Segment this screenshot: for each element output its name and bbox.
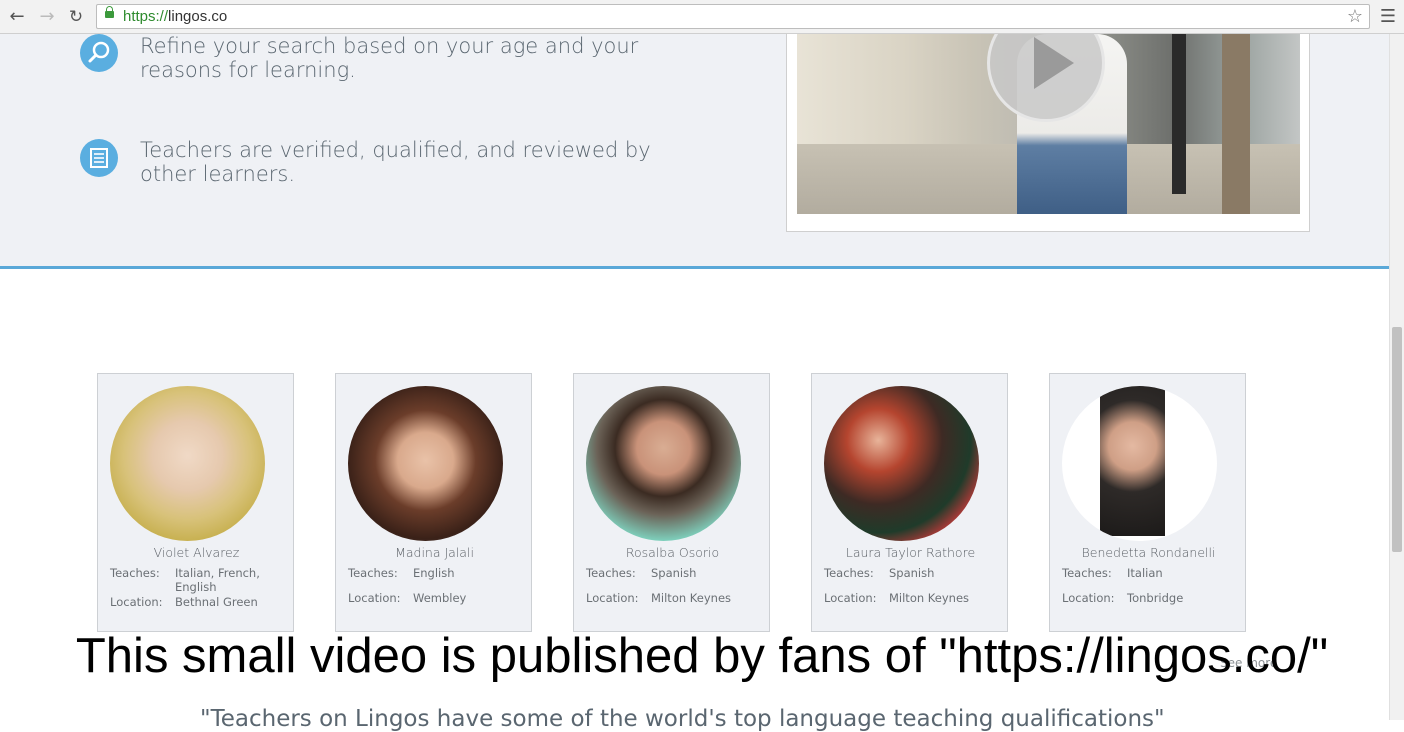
location-label: Location: (1062, 591, 1115, 605)
location-value: Bethnal Green (175, 595, 258, 609)
teacher-card[interactable]: Madina Jalali Teaches: English Location:… (335, 373, 532, 632)
teaches-label: Teaches: (348, 566, 398, 580)
teaches-value: Italian (1127, 566, 1163, 580)
video-player[interactable] (797, 34, 1300, 214)
reload-icon[interactable]: ↻ (65, 6, 87, 28)
avatar (824, 386, 979, 541)
hamburger-menu-icon[interactable]: ☰ (1380, 6, 1396, 27)
forward-arrow-icon[interactable]: → (36, 6, 58, 28)
location-value: Milton Keynes (651, 591, 732, 605)
feature-text-verified: Teachers are verified, qualified, and re… (140, 138, 651, 186)
section-divider (0, 266, 1389, 269)
checklist-icon (80, 139, 118, 177)
lock-icon (105, 6, 114, 18)
teacher-card[interactable]: Violet Alvarez Teaches: Italian, French,… (97, 373, 294, 632)
location-label: Location: (110, 595, 163, 609)
video-scene-pole (1172, 34, 1186, 194)
teaches-label: Teaches: (586, 566, 636, 580)
teacher-card[interactable]: Rosalba Osorio Teaches: Spanish Location… (573, 373, 770, 632)
avatar (348, 386, 503, 541)
bookmark-star-icon[interactable]: ☆ (1347, 6, 1363, 27)
teacher-name[interactable]: Laura Taylor Rathore (812, 545, 1009, 560)
teacher-name[interactable]: Benedetta Rondanelli (1050, 545, 1247, 560)
teaches-value: Spanish (889, 566, 935, 580)
location-label: Location: (348, 591, 401, 605)
back-arrow-icon[interactable]: ← (6, 6, 28, 28)
avatar (110, 386, 265, 541)
teaches-label: Teaches: (1062, 566, 1112, 580)
testimonial-quote: "Teachers on Lingos have some of the wor… (200, 706, 1165, 732)
video-caption-overlay: This small video is published by fans of… (75, 629, 1329, 683)
teaches-value: Spanish (651, 566, 697, 580)
avatar (586, 386, 741, 541)
teacher-name[interactable]: Violet Alvarez (98, 545, 295, 560)
location-label: Location: (824, 591, 877, 605)
teaches-value: English (413, 566, 455, 580)
location-value: Wembley (413, 591, 467, 605)
teaches-label: Teaches: (824, 566, 874, 580)
url-host: lingos.co (168, 8, 228, 25)
video-frame (786, 34, 1310, 232)
avatar (1062, 386, 1217, 541)
teaches-label: Teaches: (110, 566, 160, 580)
teacher-card[interactable]: Laura Taylor Rathore Teaches: Spanish Lo… (811, 373, 1008, 632)
location-value: Milton Keynes (889, 591, 970, 605)
location-label: Location: (586, 591, 639, 605)
teacher-name[interactable]: Madina Jalali (336, 545, 533, 560)
url-text[interactable]: https://lingos.co (123, 8, 227, 25)
video-scene-tree (1222, 34, 1250, 214)
teacher-card[interactable]: Benedetta Rondanelli Teaches: Italian Lo… (1049, 373, 1246, 632)
url-scheme: https:// (123, 8, 169, 25)
teaches-value: Italian, French, English (175, 566, 260, 594)
address-bar[interactable]: https://lingos.co ☆ (96, 4, 1370, 29)
avatar-photo (1100, 386, 1165, 536)
teacher-name[interactable]: Rosalba Osorio (574, 545, 771, 560)
feature-text-search: Refine your search based on your age and… (140, 34, 639, 82)
page-scrollbar[interactable] (1389, 34, 1404, 720)
browser-toolbar: ← → ↻ https://lingos.co ☆ ☰ (0, 0, 1404, 34)
location-value: Tonbridge (1127, 591, 1184, 605)
scrollbar-thumb[interactable] (1392, 327, 1402, 552)
magnifier-icon (80, 34, 118, 72)
